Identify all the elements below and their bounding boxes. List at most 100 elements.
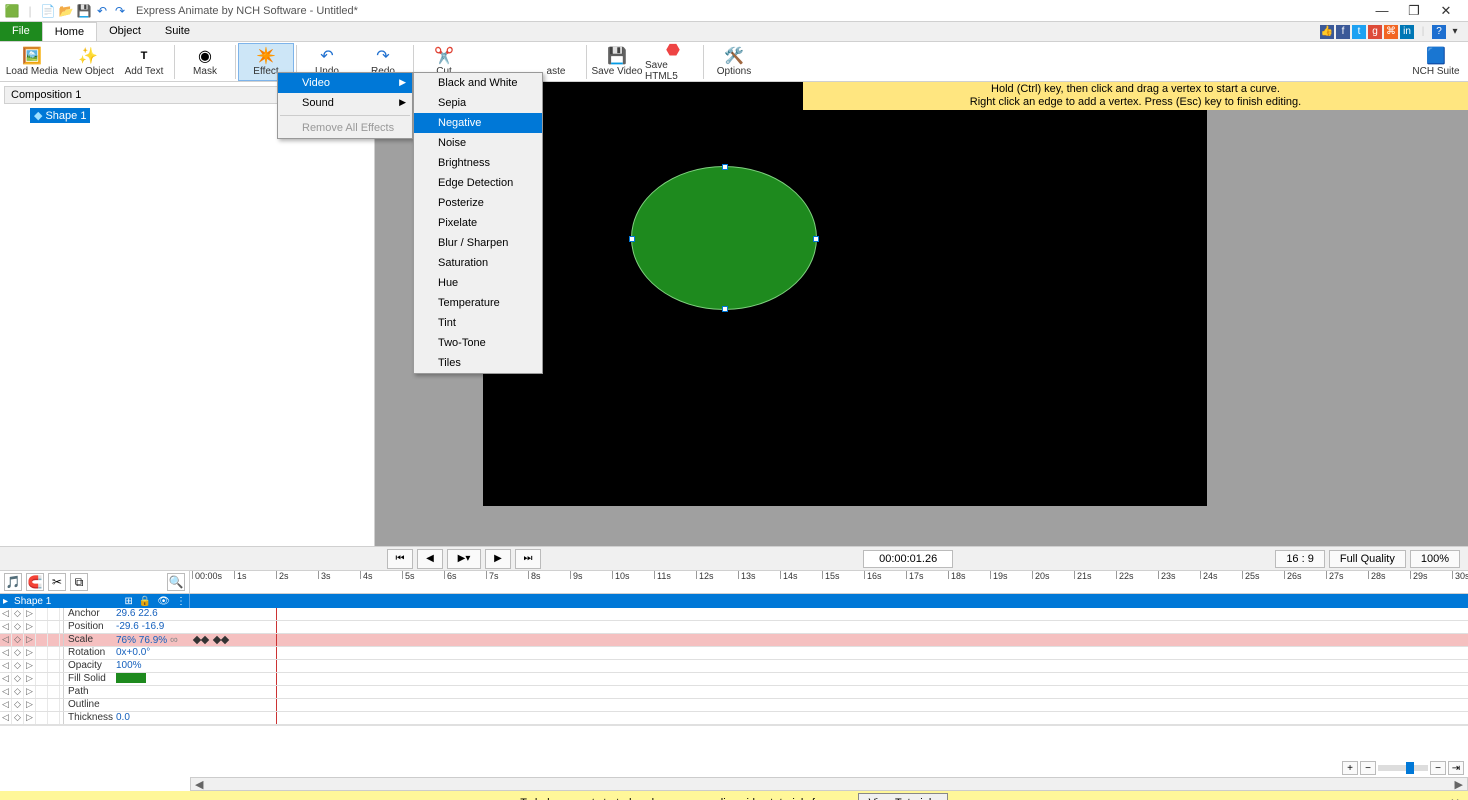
mask-button[interactable]: ◉Mask: [177, 43, 233, 81]
zoom-slider[interactable]: [1378, 765, 1428, 771]
vertex-handle[interactable]: [629, 236, 635, 242]
snap-tool-icon[interactable]: 🧲: [26, 573, 44, 591]
submenu-item-black-and-white[interactable]: Black and White: [414, 73, 542, 93]
property-row-outline[interactable]: ◁◇▷Outline: [0, 699, 1468, 712]
submenu-item-saturation[interactable]: Saturation: [414, 253, 542, 273]
save-icon[interactable]: 💾: [76, 3, 92, 19]
prop-value[interactable]: 0.0: [114, 712, 190, 724]
menu-item-sound[interactable]: Sound▶: [278, 93, 412, 113]
prop-value[interactable]: -29.6 -16.9: [114, 621, 190, 633]
load-media-button[interactable]: 🖼️Load Media: [4, 43, 60, 81]
prev-key-icon[interactable]: ◁: [0, 712, 12, 724]
prop-value[interactable]: 0x+0.0°: [114, 647, 190, 659]
search-tool-icon[interactable]: 🔍: [167, 573, 185, 591]
key-toggle-icon[interactable]: ◇: [12, 634, 24, 646]
property-row-opacity[interactable]: ◁◇▷Opacity100%: [0, 660, 1468, 673]
submenu-item-temperature[interactable]: Temperature: [414, 293, 542, 313]
prop-track[interactable]: [190, 712, 1468, 724]
prev-key-icon[interactable]: ◁: [0, 608, 12, 620]
track-vis-icon[interactable]: 👁: [154, 596, 173, 607]
rss-icon[interactable]: ⌘: [1384, 25, 1398, 39]
nch-suite-button[interactable]: 🟦NCH Suite: [1408, 43, 1464, 81]
next-key-icon[interactable]: ▷: [24, 608, 36, 620]
linkedin-icon[interactable]: in: [1400, 25, 1414, 39]
submenu-item-sepia[interactable]: Sepia: [414, 93, 542, 113]
prop-track[interactable]: [190, 634, 1468, 646]
goto-end-button[interactable]: ⏭: [515, 549, 541, 569]
track-more-icon[interactable]: ⋮: [173, 596, 189, 607]
aspect-button[interactable]: 16 : 9: [1275, 550, 1325, 568]
submenu-item-posterize[interactable]: Posterize: [414, 193, 542, 213]
submenu-item-negative[interactable]: Negative: [414, 113, 542, 133]
submenu-item-pixelate[interactable]: Pixelate: [414, 213, 542, 233]
prop-track[interactable]: [190, 660, 1468, 672]
new-icon[interactable]: 📄: [40, 3, 56, 19]
key-toggle-icon[interactable]: ◇: [12, 621, 24, 633]
minimize-button[interactable]: —: [1372, 3, 1392, 19]
prop-value[interactable]: [114, 686, 190, 698]
vertex-handle[interactable]: [813, 236, 819, 242]
next-key-icon[interactable]: ▷: [24, 621, 36, 633]
zoom-actual-button[interactable]: −: [1430, 761, 1446, 775]
next-key-icon[interactable]: ▷: [24, 712, 36, 724]
prev-key-icon[interactable]: ◁: [0, 647, 12, 659]
track-lock-icon[interactable]: 🔒: [136, 596, 154, 607]
prev-key-icon[interactable]: ◁: [0, 686, 12, 698]
save-video-button[interactable]: 💾Save Video: [589, 43, 645, 81]
next-key-icon[interactable]: ▷: [24, 634, 36, 646]
zoom-button[interactable]: 100%: [1410, 550, 1460, 568]
prev-frame-button[interactable]: ◀: [417, 549, 443, 569]
prop-track[interactable]: [190, 699, 1468, 711]
zoom-out-button[interactable]: −: [1360, 761, 1376, 775]
timeline-ruler[interactable]: 00:00s 1s2s3s4s5s6s7s8s9s10s11s12s13s14s…: [190, 571, 1468, 593]
prev-key-icon[interactable]: ◁: [0, 634, 12, 646]
key-toggle-icon[interactable]: ◇: [12, 647, 24, 659]
scroll-right-icon[interactable]: ▶: [1451, 778, 1467, 791]
menu-item-remove-all[interactable]: Remove All Effects: [278, 118, 412, 138]
prop-track[interactable]: [190, 673, 1468, 685]
prev-key-icon[interactable]: ◁: [0, 660, 12, 672]
submenu-item-two-tone[interactable]: Two-Tone: [414, 333, 542, 353]
prev-key-icon[interactable]: ◁: [0, 621, 12, 633]
property-row-fill[interactable]: ◁◇▷Fill Solid: [0, 673, 1468, 686]
submenu-item-brightness[interactable]: Brightness: [414, 153, 542, 173]
save-html5-button[interactable]: ⬣Save HTML5: [645, 43, 701, 81]
submenu-item-blur-sharpen[interactable]: Blur / Sharpen: [414, 233, 542, 253]
prop-value[interactable]: [114, 699, 190, 711]
property-row-thickness[interactable]: ◁◇▷Thickness0.0: [0, 712, 1468, 725]
google-icon[interactable]: g: [1368, 25, 1382, 39]
zoom-fit-button[interactable]: ⇥: [1448, 761, 1464, 775]
key-toggle-icon[interactable]: ◇: [12, 699, 24, 711]
like-icon[interactable]: 👍: [1320, 25, 1334, 39]
view-tutorials-button[interactable]: View Tutorials: [858, 793, 948, 800]
property-row-anchor[interactable]: ◁◇▷Anchor29.6 22.6: [0, 608, 1468, 621]
options-button[interactable]: 🛠️Options: [706, 43, 762, 81]
vertex-handle[interactable]: [722, 306, 728, 312]
key-toggle-icon[interactable]: ◇: [12, 673, 24, 685]
next-key-icon[interactable]: ▷: [24, 660, 36, 672]
key-toggle-icon[interactable]: ◇: [12, 712, 24, 724]
prop-value[interactable]: 29.6 22.6: [114, 608, 190, 620]
menu-object[interactable]: Object: [97, 22, 153, 41]
bounds-tool-icon[interactable]: ⧉: [70, 573, 88, 591]
zoom-add-button[interactable]: +: [1342, 761, 1358, 775]
submenu-item-edge-detection[interactable]: Edge Detection: [414, 173, 542, 193]
property-row-path[interactable]: ◁◇▷Path: [0, 686, 1468, 699]
key-toggle-icon[interactable]: ◇: [12, 608, 24, 620]
scissors-tool-icon[interactable]: ✂: [48, 573, 66, 591]
quality-button[interactable]: Full Quality: [1329, 550, 1406, 568]
submenu-item-hue[interactable]: Hue: [414, 273, 542, 293]
play-button[interactable]: ▶▾: [447, 549, 481, 569]
key-toggle-icon[interactable]: ◇: [12, 660, 24, 672]
prop-track[interactable]: [190, 621, 1468, 633]
prop-value[interactable]: 100%: [114, 660, 190, 672]
submenu-item-noise[interactable]: Noise: [414, 133, 542, 153]
timecode-field[interactable]: 00:00:01.26: [863, 550, 953, 568]
help-dropdown-icon[interactable]: ▾: [1448, 25, 1462, 39]
prev-key-icon[interactable]: ◁: [0, 699, 12, 711]
track-name[interactable]: Shape 1: [11, 596, 54, 607]
menu-file[interactable]: File: [0, 22, 42, 41]
next-key-icon[interactable]: ▷: [24, 647, 36, 659]
shape-ellipse[interactable]: [631, 166, 817, 310]
property-row-scale[interactable]: ◁◇▷Scale76% 76.9% ∞: [0, 634, 1468, 647]
